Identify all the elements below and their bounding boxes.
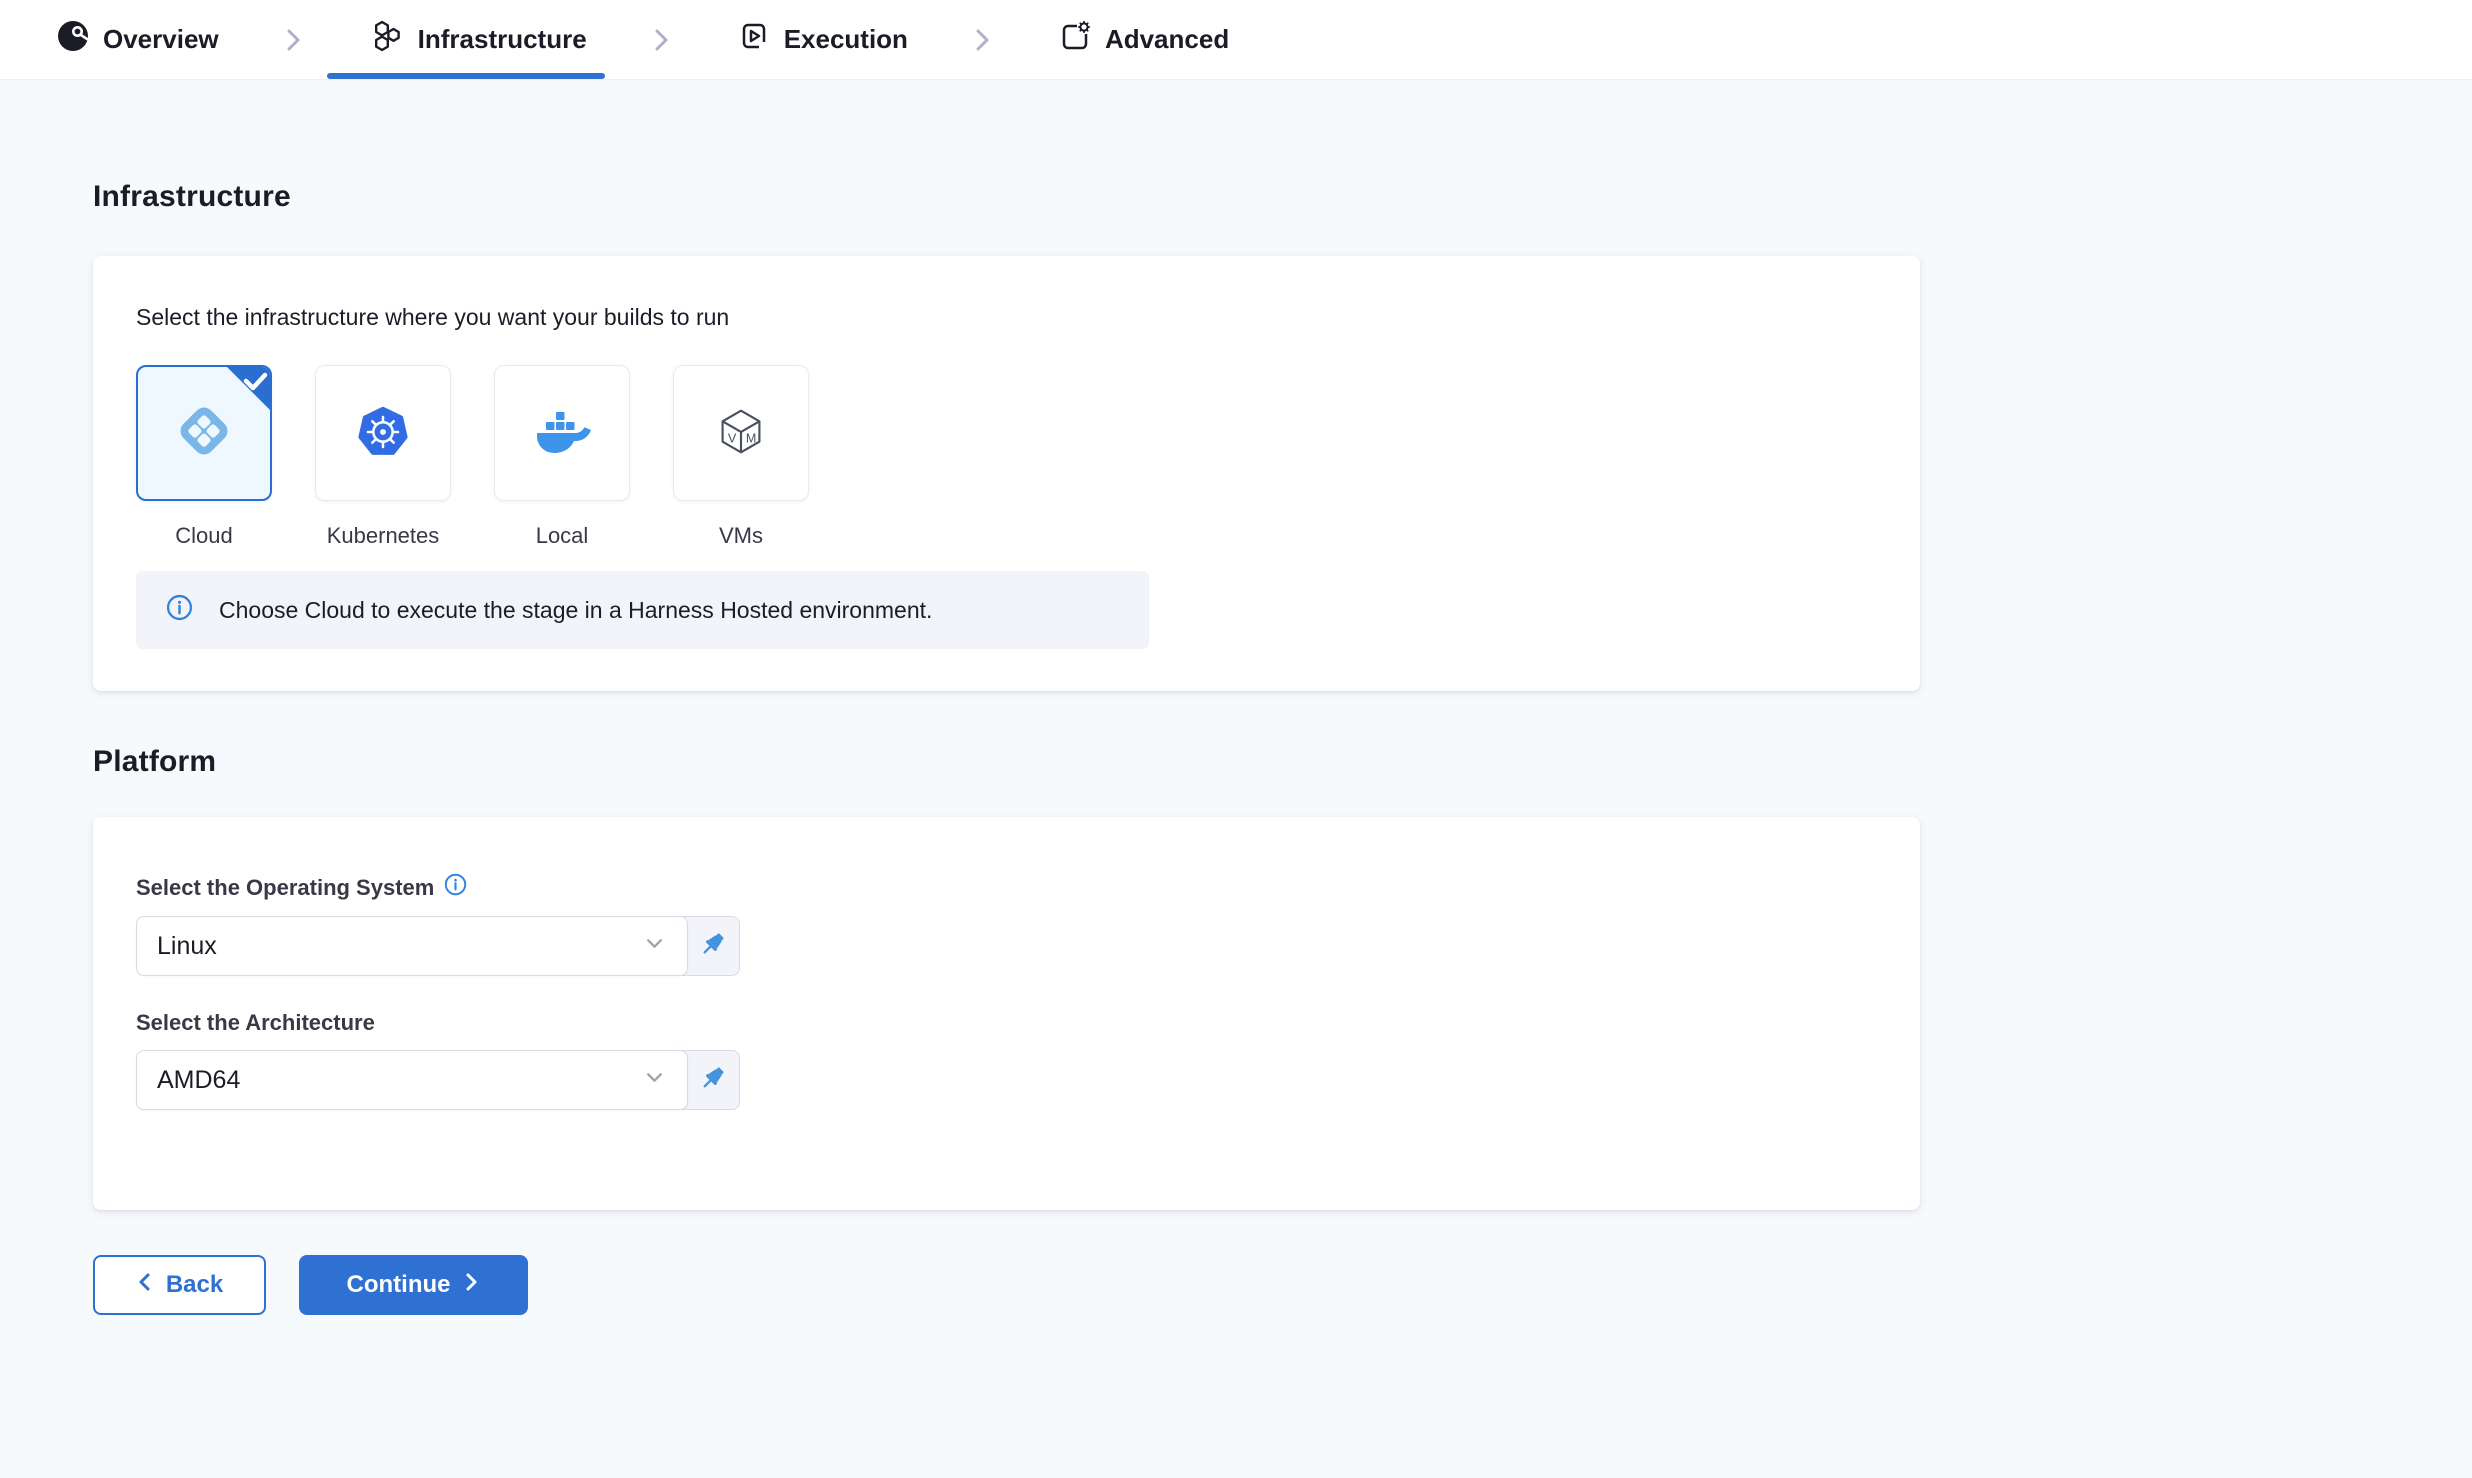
tab-overview[interactable]: Overview: [56, 0, 219, 79]
advanced-icon: [1058, 19, 1092, 60]
infrastructure-panel: Select the infrastructure where you want…: [93, 256, 1920, 691]
os-select-value: Linux: [157, 932, 217, 961]
option-vms: V M VMs: [673, 365, 809, 549]
arch-label: Select the Architecture: [136, 1010, 1872, 1036]
os-select[interactable]: Linux: [136, 916, 688, 976]
tab-advanced[interactable]: Advanced: [1058, 0, 1229, 79]
arch-label-text: Select the Architecture: [136, 1010, 375, 1036]
chevron-right-icon: [462, 1271, 480, 1299]
cloud-info-message: Choose Cloud to execute the stage in a H…: [219, 597, 932, 624]
execution-icon: [737, 19, 771, 60]
option-kubernetes: Kubernetes: [315, 365, 451, 549]
option-cloud: Cloud: [136, 365, 272, 549]
chevron-down-icon: [644, 933, 665, 959]
os-label: Select the Operating System: [136, 873, 1872, 902]
stage-step-tabs: Overview Infrastructure Execution: [0, 0, 2472, 80]
option-local-tile[interactable]: [494, 365, 630, 501]
option-cloud-tile[interactable]: [136, 365, 272, 501]
arch-pin-button[interactable]: [682, 1050, 740, 1110]
back-button[interactable]: Back: [93, 1255, 266, 1315]
os-pin-button[interactable]: [682, 916, 740, 976]
step-separator-icon: [970, 0, 996, 79]
stage-config-content: Infrastructure Select the infrastructure…: [0, 180, 2472, 1315]
step-separator-icon: [281, 0, 307, 79]
chevron-down-icon: [644, 1067, 665, 1093]
pin-icon: [698, 1063, 728, 1098]
step-separator-icon: [649, 0, 675, 79]
os-label-text: Select the Operating System: [136, 875, 434, 901]
selected-check-icon: [225, 366, 271, 417]
cloud-info-banner: Choose Cloud to execute the stage in a H…: [136, 571, 1149, 649]
infrastructure-icon: [369, 18, 405, 61]
info-icon: [166, 594, 193, 626]
back-button-label: Back: [166, 1271, 223, 1299]
overview-icon: [56, 19, 90, 60]
option-vms-label: VMs: [719, 523, 763, 549]
chevron-left-icon: [136, 1271, 154, 1299]
arch-select-value: AMD64: [157, 1066, 240, 1095]
option-local: Local: [494, 365, 630, 549]
tab-infrastructure-label: Infrastructure: [418, 24, 587, 55]
infrastructure-prompt: Select the infrastructure where you want…: [136, 304, 1872, 331]
option-local-label: Local: [536, 523, 589, 549]
infrastructure-section-title: Infrastructure: [93, 180, 2472, 214]
tab-execution[interactable]: Execution: [737, 0, 908, 79]
docker-icon: [530, 399, 594, 468]
infrastructure-options: Cloud Kubernetes: [136, 365, 1872, 549]
tab-overview-label: Overview: [103, 24, 219, 55]
option-vms-tile[interactable]: V M: [673, 365, 809, 501]
wizard-footer: Back Continue: [93, 1255, 2472, 1315]
option-kubernetes-tile[interactable]: [315, 365, 451, 501]
platform-panel: Select the Operating System Linux: [93, 817, 1920, 1210]
option-cloud-label: Cloud: [175, 523, 232, 549]
continue-button-label: Continue: [347, 1271, 451, 1299]
tab-advanced-label: Advanced: [1105, 24, 1229, 55]
pin-icon: [698, 929, 728, 964]
svg-text:M: M: [746, 431, 756, 445]
kubernetes-icon: [352, 400, 414, 467]
option-kubernetes-label: Kubernetes: [327, 523, 440, 549]
platform-section-title: Platform: [93, 745, 2472, 779]
vm-cube-icon: V M: [710, 400, 772, 467]
svg-text:V: V: [728, 431, 737, 445]
arch-select-row: AMD64: [136, 1050, 1872, 1110]
os-select-row: Linux: [136, 916, 1872, 976]
arch-select[interactable]: AMD64: [136, 1050, 688, 1110]
tab-infrastructure[interactable]: Infrastructure: [369, 0, 587, 79]
os-info-icon[interactable]: [444, 873, 467, 902]
tab-execution-label: Execution: [784, 24, 908, 55]
continue-button[interactable]: Continue: [299, 1255, 528, 1315]
